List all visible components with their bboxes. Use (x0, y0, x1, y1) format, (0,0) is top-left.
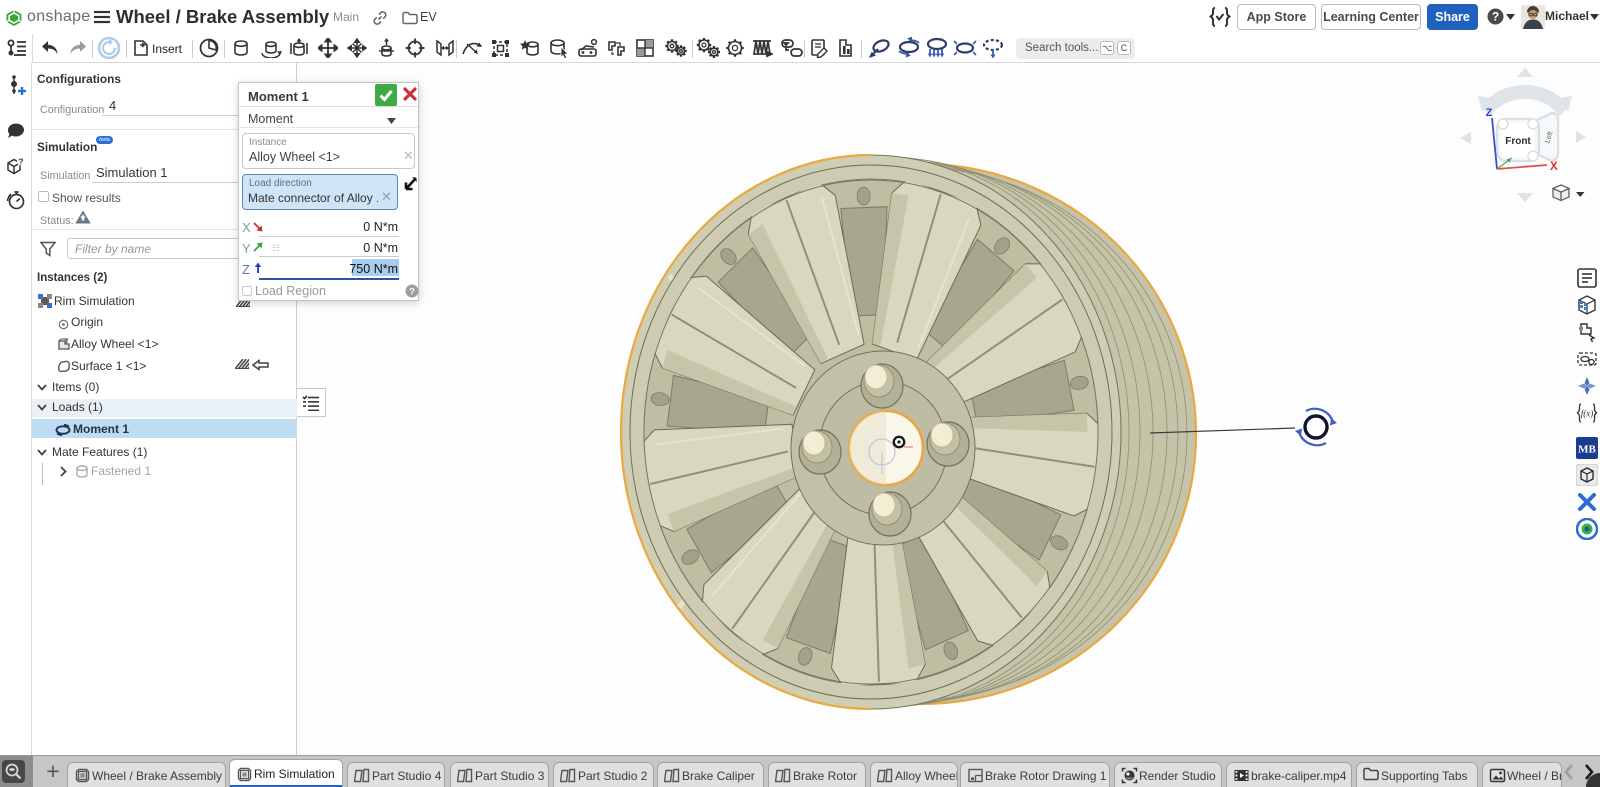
svg-text:f(x): f(x) (1581, 409, 1594, 419)
svg-text:Z: Z (1486, 107, 1493, 119)
svg-text:?: ? (18, 157, 23, 167)
svg-text:?: ? (1492, 10, 1499, 24)
svg-text:MB: MB (1578, 444, 1596, 456)
svg-text:Front: Front (1505, 136, 1531, 147)
svg-text:X: X (1550, 161, 1558, 173)
svg-text:?: ? (409, 287, 415, 298)
